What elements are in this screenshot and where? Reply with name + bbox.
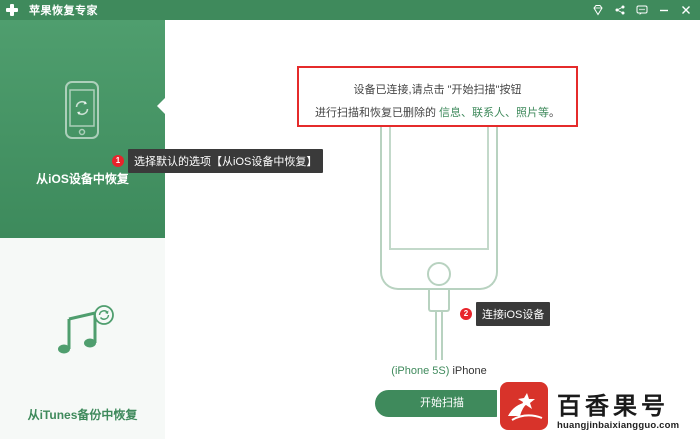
start-scan-button[interactable]: 开始扫描 [375, 390, 509, 417]
chat-icon[interactable] [636, 4, 648, 16]
callout-text: 连接iOS设备 [476, 302, 551, 326]
device-model: (iPhone 5S) [391, 365, 450, 377]
phone-home-button [427, 262, 451, 286]
app-title: 苹果恢复专家 [29, 5, 98, 17]
callout-2: 2 连接iOS设备 [460, 302, 551, 326]
sidebar-item-recover-from-ios[interactable]: 从iOS设备中恢复 [0, 20, 165, 238]
close-icon[interactable] [680, 4, 692, 16]
watermark: 百香果号 huangjinbaixiangguo.com [497, 380, 700, 439]
device-type: iPhone [449, 365, 487, 377]
notice-highlight: 信息、联系人、照片等 [439, 107, 550, 119]
watermark-url: huangjinbaixiangguo.com [557, 420, 680, 431]
callout-number-badge: 2 [460, 308, 472, 320]
phone-illustration [380, 127, 498, 290]
callout-1: 1 选择默认的选项【从iOS设备中恢复】 [112, 149, 324, 173]
device-name: (iPhone 5S) iPhone [380, 365, 498, 377]
watermark-brand: 百香果号 [557, 391, 669, 420]
window-controls [592, 0, 692, 20]
diamond-icon[interactable] [592, 4, 604, 16]
sidebar: 从iOS设备中恢复 从iTunes备份中恢复 [0, 20, 165, 439]
app-logo-icon [5, 3, 19, 17]
sidebar-item-label: 从iTunes备份中恢复 [27, 408, 138, 422]
cable-connector [428, 290, 450, 312]
usb-cable [435, 312, 443, 360]
minimize-icon[interactable] [658, 4, 670, 16]
title-bar: 苹果恢复专家 [0, 0, 700, 20]
sidebar-item-recover-from-itunes[interactable]: 从iTunes备份中恢复 [0, 238, 165, 439]
share-icon[interactable] [614, 4, 626, 16]
phone-refresh-icon [65, 81, 99, 139]
connection-notice: 设备已连接,请点击 "开始扫描"按钮 进行扫描和恢复已删除的 信息、联系人、照片… [297, 66, 578, 127]
selection-pointer [157, 97, 166, 115]
phone-screen [389, 127, 489, 250]
callout-text: 选择默认的选项【从iOS设备中恢复】 [128, 149, 324, 173]
notice-line-1: 设备已连接,请点击 "开始扫描"按钮 [353, 84, 522, 96]
watermark-logo-icon [500, 382, 548, 430]
notice-line-2: 进行扫描和恢复已删除的 信息、联系人、照片等。 [299, 104, 576, 120]
music-refresh-icon [58, 305, 114, 354]
notice-suffix: 。 [549, 107, 561, 119]
callout-number-badge: 1 [112, 155, 124, 167]
notice-prefix: 进行扫描和恢复已删除的 [314, 107, 440, 119]
